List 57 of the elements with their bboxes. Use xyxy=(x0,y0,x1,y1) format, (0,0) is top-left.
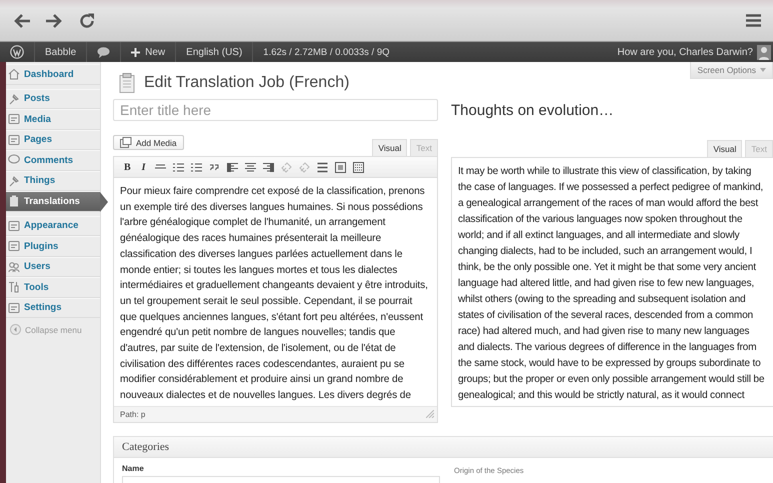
back-icon[interactable] xyxy=(13,12,31,28)
quote-icon[interactable] xyxy=(208,162,220,172)
bullet-list-icon[interactable] xyxy=(172,162,184,172)
sidebar-item[interactable]: Tools xyxy=(6,277,100,298)
align-right-icon[interactable] xyxy=(262,162,274,172)
resize-handle-icon[interactable] xyxy=(426,410,434,418)
numbered-list-icon[interactable] xyxy=(190,162,202,172)
add-media-button[interactable]: Add Media xyxy=(113,135,184,150)
element-path: Path: p xyxy=(120,410,146,419)
account-greeting[interactable]: How are you, Charles Darwin? xyxy=(607,42,757,62)
tools-icon xyxy=(8,281,20,294)
wordpress-logo-icon[interactable] xyxy=(10,45,24,59)
title-field[interactable]: Enter title here xyxy=(113,99,438,121)
sidebar-item[interactable]: Media xyxy=(6,109,100,130)
field-label: Name xyxy=(122,464,145,473)
format-button[interactable]: I xyxy=(140,162,148,172)
clipboard-icon xyxy=(119,73,135,93)
query-stats: 1.62s / 2.72MB / 0.0033s / 9Q xyxy=(262,46,391,60)
menu-icon[interactable] xyxy=(746,14,761,27)
plus-icon[interactable] xyxy=(131,48,140,56)
users-icon xyxy=(8,260,20,273)
house-icon xyxy=(8,68,20,80)
align-left-icon[interactable] xyxy=(226,162,238,172)
fullscreen-icon[interactable] xyxy=(334,162,346,172)
original-title: Thoughts on evolution… xyxy=(451,100,615,120)
sidebar-item[interactable]: Plugins xyxy=(6,236,100,256)
left-arrow-circle-icon xyxy=(10,324,21,335)
screen-options-button[interactable]: Screen Options xyxy=(690,62,773,79)
speech-bubble-icon[interactable] xyxy=(97,46,110,58)
reload-icon[interactable] xyxy=(79,12,95,28)
sidebar-item[interactable]: Users xyxy=(6,256,100,277)
avatar-icon[interactable] xyxy=(757,44,771,60)
align-center-icon[interactable] xyxy=(244,162,256,172)
clipboard-icon xyxy=(8,195,20,208)
page-title: Edit Translation Job (French) xyxy=(144,74,350,92)
sidebar-item[interactable]: Dashboard xyxy=(6,64,100,84)
pin-icon xyxy=(8,174,20,187)
forward-icon[interactable] xyxy=(45,12,63,28)
speech-bubble-icon xyxy=(8,154,20,166)
more-tag-icon[interactable] xyxy=(316,162,328,172)
editor-tab[interactable]: Visual xyxy=(372,139,408,156)
sidebar-item[interactable]: Appearance xyxy=(6,216,100,236)
sidebar-item[interactable]: Comments xyxy=(6,150,100,170)
pin-icon xyxy=(8,92,20,105)
sidebar-item[interactable]: Posts xyxy=(6,88,100,109)
translation-text[interactable]: Pour mieux faire comprendre cet exposé de la classification, prenons un exemple tiré des diverses langues humaines. Si nous possédions l'arbre généalogique complet de l'humanité, un arrangement généalogique des races humaines présenterait la meilleure classification des diverses langues parlées actuellement dans le monde entier; si toutes les langues mortes et tous les dialectes intermédiaires et graduellement changeants devaient y être introduits, un tel groupement serait le seul possible. Cependant, il se pourrait que quelques anciennes langues, s'étant fort peu altérées, n'eussent engendré qu'un petit nombre de langues nouvelles; tandis que d'autres, par suite de l'extension, de l'isolement, ou de l'état de civilisation des différentes races codescendantes, auraient pu se modifier considérablement et produire ainsi un grand nombre de nouveaux dialectes et de nouvelles langues. Les divers degrés de xyxy=(114,178,437,406)
sidebar-item[interactable]: Settings xyxy=(6,298,100,318)
new-link[interactable]: New xyxy=(145,46,166,58)
toolbar-toggle-icon[interactable] xyxy=(352,162,364,172)
collapse-menu-button[interactable]: Collapse menu xyxy=(6,318,100,341)
editor-tab[interactable]: Visual xyxy=(707,140,742,157)
language-link[interactable]: English (US) xyxy=(176,42,254,62)
sidebar-item[interactable]: Pages xyxy=(6,130,100,150)
panel-title: Categories xyxy=(122,440,170,453)
format-button[interactable]: B xyxy=(122,162,133,172)
original-text: It may be worth while to illustrate this view of classification, by taking the case of languages. If we possessed a perfect pedigree of mankind, a genealogical arrangement of the races of man would afford the best classification of the various languages now spoken throughout the world; and if all extinct languages, and all intermediate and slowly changing dialects, had to be included, such an arrangement would, I think, be the only possible one. Yet it might be that some very ancient language had altered little, and had given rise to few new languages, whilst others (owing to the spreading and subsequent isolation and states of civilisation of the several races, descended from a common race) had altered much, and had given rise to many new languages and dialects. The various degrees of difference in the languages from the same stock, would have to be expressed by groups subordinate to groups; but the proper or even only possible arrangement would still be genealogical; and this would be strictly natural, as it would connect xyxy=(457,165,766,403)
caret-icon xyxy=(760,68,766,72)
